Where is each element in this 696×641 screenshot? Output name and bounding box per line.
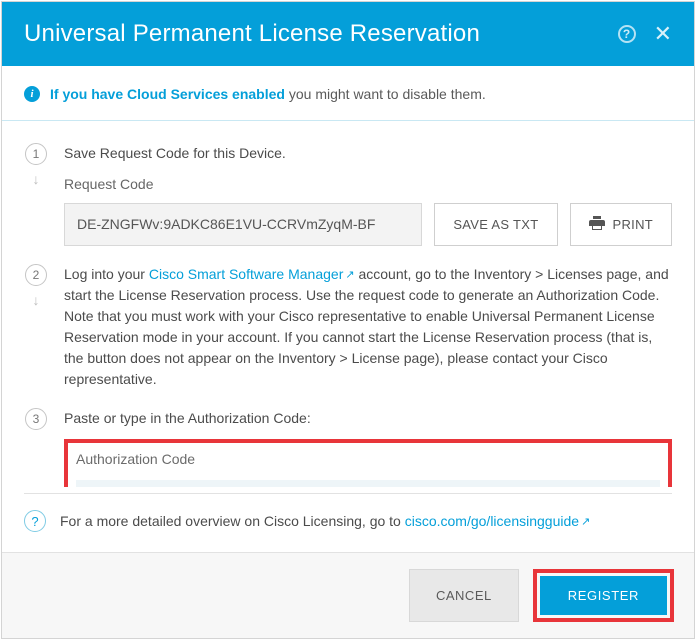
print-icon (589, 216, 605, 234)
help-icon[interactable]: ? (618, 25, 636, 43)
step-2: 2 ↓ Log into your Cisco Smart Software M… (24, 264, 672, 390)
step3-title: Paste or type in the Authorization Code: (64, 408, 672, 429)
external-link-icon: ↗ (581, 516, 590, 528)
request-code-value[interactable]: DE-ZNGFWv:9ADKC86E1VU-CCRVmZyqM-BF (64, 203, 422, 246)
license-reservation-dialog: Universal Permanent License Reservation … (1, 1, 695, 639)
cancel-button[interactable]: CANCEL (409, 569, 519, 622)
step-1: 1 ↓ Save Request Code for this Device. R… (24, 143, 672, 246)
print-button[interactable]: PRINT (570, 203, 673, 246)
arrow-down-icon: ↓ (33, 292, 40, 308)
info-icon: i (24, 86, 40, 102)
info-rest-text: you might want to disable them. (285, 86, 486, 102)
step1-title: Save Request Code for this Device. (64, 143, 672, 164)
step-number: 2 (25, 264, 47, 286)
step2-text-post: account, go to the Inventory > Licenses … (64, 266, 669, 387)
question-icon: ? (24, 510, 46, 532)
step-3: 3 Paste or type in the Authorization Cod… (24, 408, 672, 487)
help-row: ? For a more detailed overview on Cisco … (2, 494, 694, 552)
steps-container: 1 ↓ Save Request Code for this Device. R… (2, 121, 694, 487)
info-banner: i If you have Cloud Services enabled you… (2, 66, 694, 121)
dialog-footer: CANCEL REGISTER (2, 552, 694, 638)
close-icon[interactable]: ✕ (654, 23, 672, 45)
step-number: 1 (25, 143, 47, 165)
licensing-guide-link[interactable]: cisco.com/go/licensingguide↗ (405, 513, 591, 529)
request-code-label: Request Code (64, 174, 672, 195)
save-as-txt-button[interactable]: SAVE AS TXT (434, 203, 557, 246)
dialog-title: Universal Permanent License Reservation (24, 20, 480, 48)
register-button[interactable]: REGISTER (540, 576, 667, 615)
cssm-link[interactable]: Cisco Smart Software Manager↗ (149, 266, 355, 282)
step-number: 3 (25, 408, 47, 430)
help-text: For a more detailed overview on Cisco Li… (60, 513, 405, 529)
step2-text-pre: Log into your (64, 266, 149, 282)
authorization-code-label: Authorization Code (76, 449, 660, 470)
info-bold-text: If you have Cloud Services enabled (50, 86, 285, 102)
register-button-highlight: REGISTER (533, 569, 674, 622)
authorization-code-highlight: Authorization Code BAQ CY ICVAQ I FZT 06… (64, 439, 672, 487)
authorization-code-input[interactable]: BAQ CY ICVAQ I FZT 06DCE 0 I I2 CE 0 K 0… (76, 480, 660, 487)
dialog-header: Universal Permanent License Reservation … (2, 2, 694, 66)
external-link-icon: ↗ (345, 269, 354, 281)
arrow-down-icon: ↓ (33, 171, 40, 187)
